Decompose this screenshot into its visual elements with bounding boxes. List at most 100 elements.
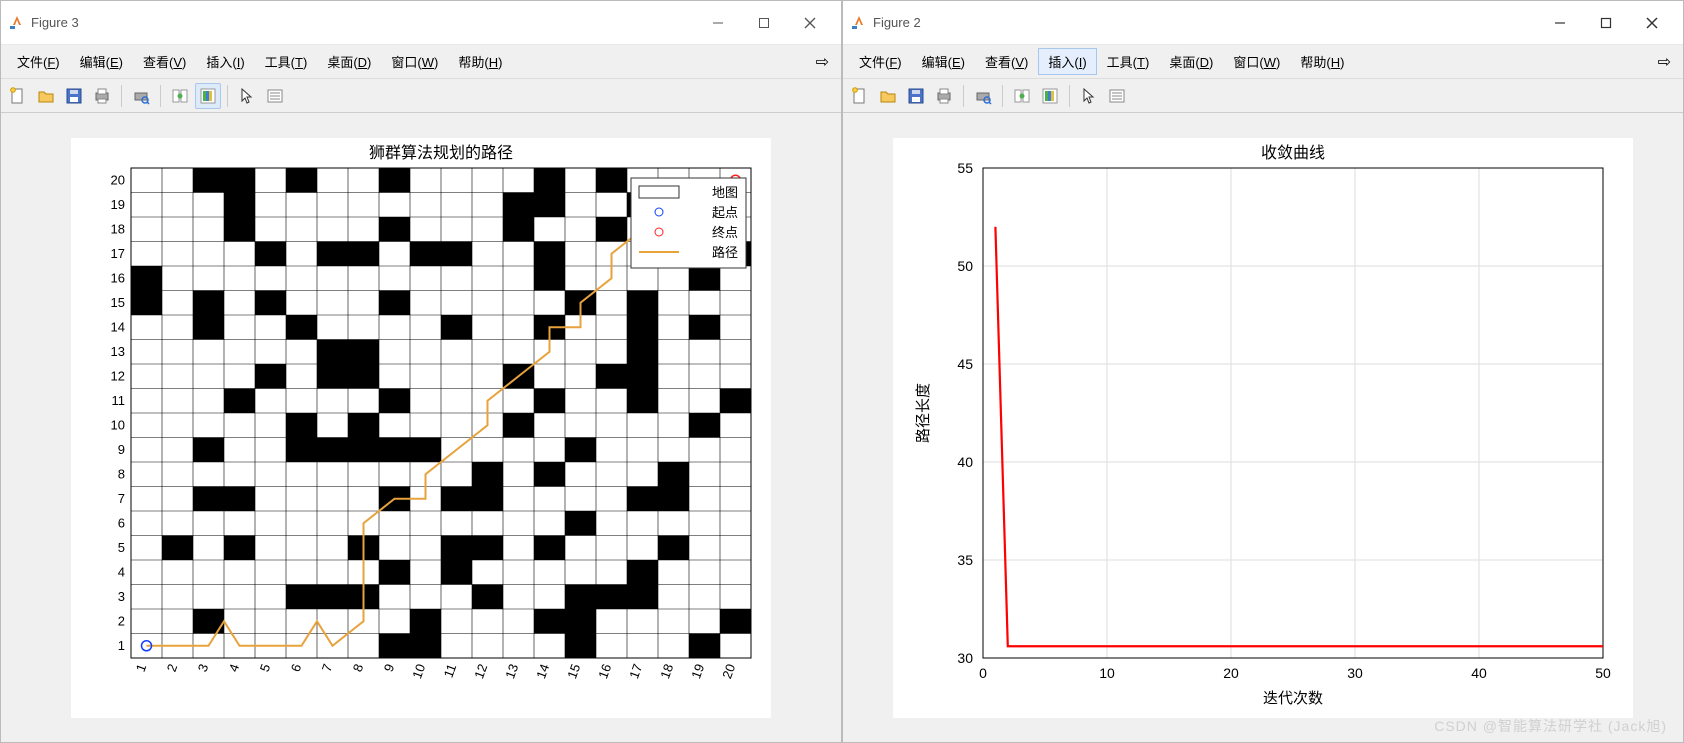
print-preview-icon[interactable] <box>128 83 154 109</box>
menu-文件[interactable]: 文件(F) <box>7 48 70 75</box>
svg-text:12: 12 <box>471 661 490 680</box>
print-icon[interactable] <box>931 83 957 109</box>
svg-text:14: 14 <box>111 319 125 334</box>
svg-text:6: 6 <box>118 515 125 530</box>
svg-text:路径长度: 路径长度 <box>915 382 932 442</box>
menu-桌面[interactable]: 桌面(D) <box>317 48 381 75</box>
minimize-button[interactable] <box>695 8 741 38</box>
menu-查看[interactable]: 查看(V) <box>133 48 196 75</box>
svg-text:55: 55 <box>957 160 973 176</box>
svg-text:13: 13 <box>502 661 521 680</box>
svg-text:50: 50 <box>1595 665 1611 681</box>
menu-文件[interactable]: 文件(F) <box>849 48 912 75</box>
svg-text:7: 7 <box>319 661 336 673</box>
new-file-icon[interactable] <box>5 83 31 109</box>
menu-工具[interactable]: 工具(T) <box>1097 48 1160 75</box>
menu-工具[interactable]: 工具(T) <box>255 48 318 75</box>
svg-text:4: 4 <box>226 661 243 673</box>
menu-窗口[interactable]: 窗口(W) <box>381 48 448 75</box>
svg-text:4: 4 <box>118 564 125 579</box>
path-plot[interactable]: 1234567891011121314151617181920123456789… <box>71 138 771 718</box>
svg-text:35: 35 <box>957 552 973 568</box>
svg-text:50: 50 <box>957 258 973 274</box>
menu-overflow-icon[interactable]: ⇨ <box>1652 52 1677 72</box>
toolbar <box>843 79 1683 113</box>
svg-text:17: 17 <box>626 661 645 680</box>
maximize-button[interactable] <box>741 8 787 38</box>
link-axes-icon[interactable] <box>1009 83 1035 109</box>
insert-colorbar-icon[interactable] <box>195 83 221 109</box>
svg-text:13: 13 <box>111 343 125 358</box>
svg-text:狮群算法规划的路径: 狮群算法规划的路径 <box>369 143 513 162</box>
menu-插入[interactable]: 插入(I) <box>196 48 254 75</box>
svg-text:5: 5 <box>257 661 274 673</box>
svg-text:3: 3 <box>118 588 125 603</box>
svg-text:10: 10 <box>1099 665 1115 681</box>
svg-text:8: 8 <box>350 661 367 673</box>
menu-桌面[interactable]: 桌面(D) <box>1159 48 1223 75</box>
svg-text:终点: 终点 <box>712 225 738 240</box>
figure-window-3: Figure 3 文件(F)编辑(E)查看(V)插入(I)工具(T)桌面(D)窗… <box>0 0 842 743</box>
svg-text:45: 45 <box>957 356 973 372</box>
svg-text:1: 1 <box>133 661 150 673</box>
svg-text:地图: 地图 <box>712 185 738 200</box>
svg-text:40: 40 <box>957 454 973 470</box>
svg-text:11: 11 <box>112 392 126 407</box>
menu-查看[interactable]: 查看(V) <box>975 48 1038 75</box>
menu-编辑[interactable]: 编辑(E) <box>912 48 975 75</box>
svg-text:2: 2 <box>164 661 181 673</box>
svg-text:19: 19 <box>111 196 125 211</box>
menu-窗口[interactable]: 窗口(W) <box>1223 48 1290 75</box>
svg-text:30: 30 <box>957 650 973 666</box>
convergence-plot[interactable]: 01020304050303540455055收敛曲线迭代次数路径长度 <box>893 138 1633 718</box>
menu-编辑[interactable]: 编辑(E) <box>70 48 133 75</box>
svg-text:30: 30 <box>1347 665 1363 681</box>
svg-text:9: 9 <box>381 661 398 673</box>
svg-text:19: 19 <box>688 661 707 680</box>
svg-text:11: 11 <box>441 661 460 679</box>
close-button[interactable] <box>787 8 833 38</box>
insert-colorbar-icon[interactable] <box>1037 83 1063 109</box>
menu-帮助[interactable]: 帮助(H) <box>448 48 512 75</box>
svg-text:40: 40 <box>1471 665 1487 681</box>
svg-text:10: 10 <box>111 417 125 432</box>
svg-text:12: 12 <box>111 368 125 383</box>
menu-插入[interactable]: 插入(I) <box>1038 48 1096 75</box>
svg-text:6: 6 <box>288 661 305 673</box>
minimize-button[interactable] <box>1537 8 1583 38</box>
svg-text:18: 18 <box>111 221 125 236</box>
titlebar: Figure 2 <box>843 1 1683 45</box>
plot-area: 01020304050303540455055收敛曲线迭代次数路径长度 CSDN… <box>843 113 1683 742</box>
svg-text:7: 7 <box>118 490 125 505</box>
link-axes-icon[interactable] <box>167 83 193 109</box>
new-file-icon[interactable] <box>847 83 873 109</box>
print-icon[interactable] <box>89 83 115 109</box>
pointer-icon[interactable] <box>1076 83 1102 109</box>
data-cursor-icon[interactable] <box>262 83 288 109</box>
menu-帮助[interactable]: 帮助(H) <box>1290 48 1354 75</box>
open-icon[interactable] <box>33 83 59 109</box>
data-cursor-icon[interactable] <box>1104 83 1130 109</box>
svg-text:起点: 起点 <box>712 205 738 220</box>
svg-text:20: 20 <box>1223 665 1239 681</box>
toolbar <box>1 79 841 113</box>
close-button[interactable] <box>1629 8 1675 38</box>
print-preview-icon[interactable] <box>970 83 996 109</box>
maximize-button[interactable] <box>1583 8 1629 38</box>
pointer-icon[interactable] <box>234 83 260 109</box>
svg-text:8: 8 <box>118 466 125 481</box>
svg-text:15: 15 <box>111 294 125 309</box>
svg-text:18: 18 <box>657 661 676 680</box>
window-title: Figure 2 <box>873 15 921 30</box>
svg-text:5: 5 <box>118 539 125 554</box>
titlebar: Figure 3 <box>1 1 841 45</box>
save-icon[interactable] <box>61 83 87 109</box>
plot-area: 1234567891011121314151617181920123456789… <box>1 113 841 742</box>
svg-text:迭代次数: 迭代次数 <box>1263 690 1323 707</box>
svg-text:15: 15 <box>564 661 583 680</box>
window-title: Figure 3 <box>31 15 79 30</box>
save-icon[interactable] <box>903 83 929 109</box>
svg-text:3: 3 <box>195 661 212 673</box>
open-icon[interactable] <box>875 83 901 109</box>
menu-overflow-icon[interactable]: ⇨ <box>810 52 835 72</box>
